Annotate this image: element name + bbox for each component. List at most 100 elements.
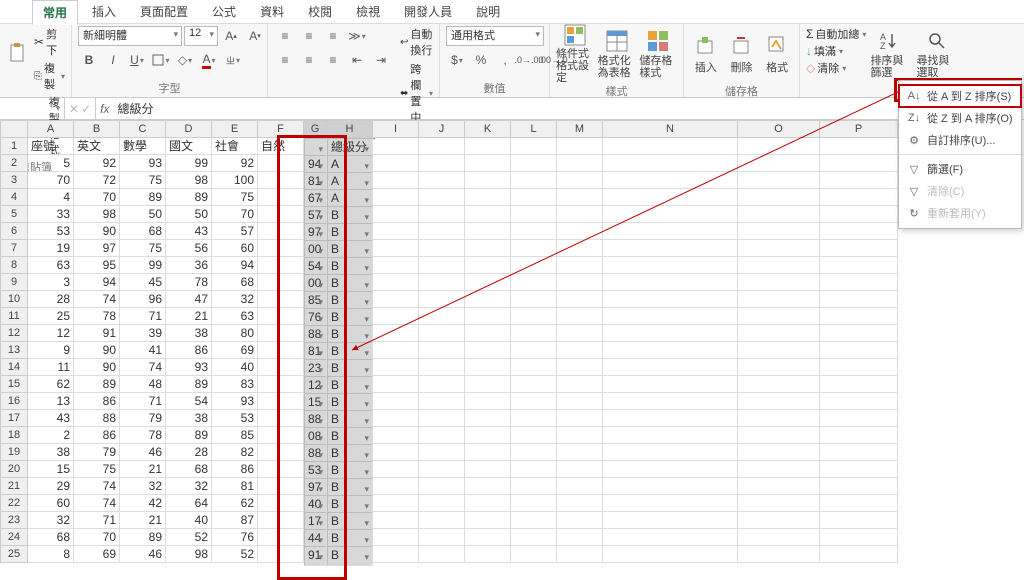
enter-fx-icon[interactable]: ✓ xyxy=(81,102,91,116)
cell[interactable] xyxy=(465,308,511,325)
cell[interactable]: 53 xyxy=(212,410,258,427)
cell[interactable] xyxy=(738,410,820,427)
cell[interactable] xyxy=(820,495,898,512)
bold-button[interactable]: B xyxy=(78,50,100,70)
cell[interactable]: 25 xyxy=(28,308,74,325)
cell[interactable] xyxy=(258,342,304,359)
tab-file[interactable] xyxy=(8,9,28,15)
cell[interactable] xyxy=(373,155,419,172)
cell[interactable]: 91 xyxy=(74,325,120,342)
cell[interactable] xyxy=(373,376,419,393)
column-header-M[interactable]: M xyxy=(557,120,603,138)
cell[interactable]: 81 xyxy=(212,478,258,495)
cell[interactable] xyxy=(419,478,465,495)
cell[interactable]: 數學 xyxy=(120,138,166,155)
cell[interactable] xyxy=(419,223,465,240)
cell[interactable] xyxy=(603,223,738,240)
cell[interactable] xyxy=(419,546,465,563)
cell[interactable]: 5 xyxy=(28,155,74,172)
cell[interactable] xyxy=(603,206,738,223)
font-name-select[interactable]: 新細明體 xyxy=(78,26,182,46)
cell[interactable] xyxy=(557,291,603,308)
column-header-O[interactable]: O xyxy=(738,120,820,138)
cell[interactable] xyxy=(419,240,465,257)
cell[interactable] xyxy=(557,478,603,495)
autosum-button[interactable]: Σ自動加總▾ xyxy=(806,26,866,42)
cell[interactable]: 56 xyxy=(166,240,212,257)
cell[interactable] xyxy=(603,359,738,376)
cell[interactable]: 45 xyxy=(120,274,166,291)
cell[interactable] xyxy=(258,410,304,427)
column-header-P[interactable]: P xyxy=(820,120,898,138)
cell[interactable]: 74 xyxy=(120,359,166,376)
cell[interactable] xyxy=(419,393,465,410)
delete-cells-button[interactable]: 刪除 xyxy=(726,26,758,82)
tab-developer[interactable]: 開發人員 xyxy=(394,0,462,23)
cell[interactable] xyxy=(603,393,738,410)
cell[interactable] xyxy=(373,512,419,529)
cell[interactable]: 79 xyxy=(120,410,166,427)
currency-button[interactable]: $▾ xyxy=(446,50,468,70)
tab-data[interactable]: 資料 xyxy=(250,0,294,23)
clear-button[interactable]: ◇清除▾ xyxy=(806,60,866,76)
cell[interactable] xyxy=(820,546,898,563)
column-header-A[interactable]: A xyxy=(28,120,74,138)
column-header-D[interactable]: D xyxy=(166,120,212,138)
cell[interactable] xyxy=(603,138,738,155)
cell[interactable] xyxy=(465,274,511,291)
cell[interactable]: 79 xyxy=(74,444,120,461)
tab-page-layout[interactable]: 頁面配置 xyxy=(130,0,198,23)
cell[interactable] xyxy=(603,478,738,495)
cell[interactable] xyxy=(738,155,820,172)
cell[interactable]: 21 xyxy=(120,461,166,478)
cell[interactable]: 70 xyxy=(28,172,74,189)
cell[interactable] xyxy=(738,308,820,325)
row-header[interactable]: 13 xyxy=(0,342,28,359)
cell[interactable] xyxy=(465,206,511,223)
sort-filter-button[interactable]: AZ排序與篩選 xyxy=(870,26,912,82)
row-header[interactable]: 5 xyxy=(0,206,28,223)
cell[interactable] xyxy=(373,342,419,359)
cell[interactable] xyxy=(557,359,603,376)
cell[interactable] xyxy=(738,478,820,495)
cell[interactable] xyxy=(820,461,898,478)
cell[interactable] xyxy=(373,223,419,240)
cell[interactable]: 46 xyxy=(120,546,166,563)
cell[interactable]: 83 xyxy=(212,376,258,393)
cell[interactable] xyxy=(258,461,304,478)
cell[interactable]: 92 xyxy=(74,155,120,172)
cell[interactable] xyxy=(557,308,603,325)
cell[interactable] xyxy=(465,359,511,376)
column-header-N[interactable]: N xyxy=(603,120,738,138)
cell[interactable]: 70 xyxy=(74,189,120,206)
cell[interactable] xyxy=(738,240,820,257)
cell[interactable]: 63 xyxy=(28,257,74,274)
cell[interactable] xyxy=(603,410,738,427)
cell[interactable]: 9 xyxy=(28,342,74,359)
row-header[interactable]: 25 xyxy=(0,546,28,563)
cell[interactable]: 38 xyxy=(28,444,74,461)
cell[interactable] xyxy=(258,240,304,257)
cell[interactable] xyxy=(603,427,738,444)
cell[interactable] xyxy=(419,359,465,376)
cell[interactable] xyxy=(738,427,820,444)
cell[interactable] xyxy=(258,308,304,325)
cell[interactable] xyxy=(603,461,738,478)
row-header[interactable]: 7 xyxy=(0,240,28,257)
cell[interactable]: 78 xyxy=(74,308,120,325)
cell[interactable] xyxy=(557,393,603,410)
cell[interactable]: 88 xyxy=(74,410,120,427)
cell[interactable] xyxy=(373,138,419,155)
cell[interactable] xyxy=(603,376,738,393)
cell[interactable] xyxy=(373,172,419,189)
cell[interactable] xyxy=(603,325,738,342)
cell[interactable] xyxy=(557,155,603,172)
cell[interactable] xyxy=(557,376,603,393)
tab-review[interactable]: 校閱 xyxy=(298,0,342,23)
cell[interactable] xyxy=(511,359,557,376)
row-header[interactable]: 23 xyxy=(0,512,28,529)
cell[interactable] xyxy=(603,189,738,206)
cell[interactable] xyxy=(557,427,603,444)
cell[interactable]: 19 xyxy=(28,240,74,257)
cell[interactable] xyxy=(511,427,557,444)
